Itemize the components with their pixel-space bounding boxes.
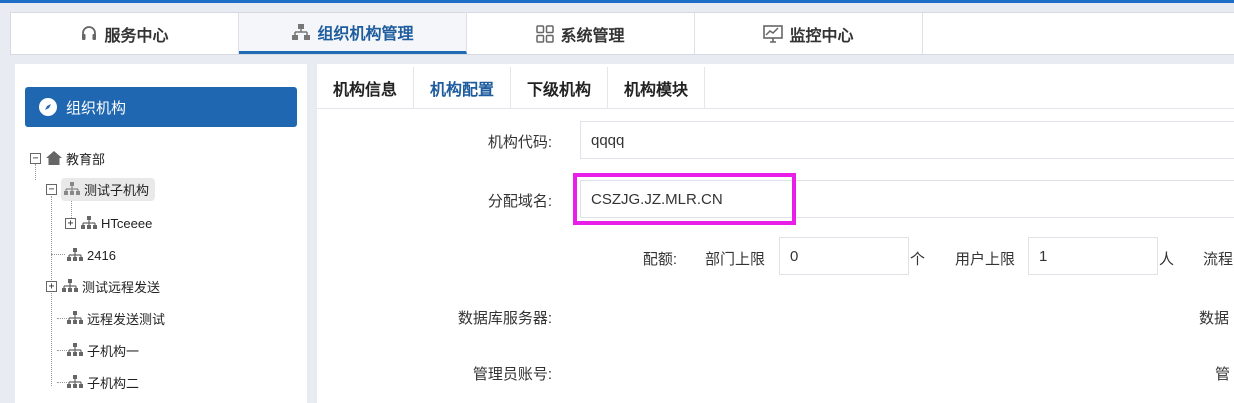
tree-node-label: 子机构二 [87,375,140,391]
domain-label: 分配域名: [487,193,552,210]
expand-toggle[interactable]: + [65,217,76,229]
tree-node-test-sub-org[interactable]: − 测试子机构 [46,177,156,201]
tree-node-label: 测试子机构 [84,182,150,198]
main-panel: 机构信息 机构配置 下级机构 机构模块 机构代码: qqqq 分配域名: CSZ… [317,64,1234,403]
tab-label: 服务中心 [104,27,169,45]
tree-node-label: 远程发送测试 [87,311,166,327]
tree-node-label: 测试远程发送 [82,279,161,295]
user-limit-field[interactable]: 1 [1028,237,1158,275]
subtab-sub-orgs[interactable]: 下级机构 [511,67,609,109]
sub-tabs: 机构信息 机构配置 下级机构 机构模块 [317,67,1234,109]
selected-node: 测试子机构 [61,177,156,201]
domain-highlight-box [573,173,796,225]
tree-node-ministry[interactable]: − 教育部 [30,147,105,169]
grid-icon [536,24,555,43]
tab-system-management[interactable]: 系统管理 [467,13,695,54]
subtab-org-config[interactable]: 机构配置 [414,67,512,109]
tree-node-label: 2416 [87,247,116,263]
org-chart-icon [67,343,83,356]
tree-node-label: 教育部 [66,151,106,167]
org-chart-icon [67,375,83,388]
org-chart-icon [292,24,311,40]
tab-label: 监控中心 [789,27,854,45]
org-chart-icon [64,182,80,195]
tree-node-label: 子机构一 [87,343,140,359]
tab-label: 系统管理 [560,27,625,45]
subtab-org-info[interactable]: 机构信息 [317,67,415,109]
org-chart-icon [67,248,83,261]
expand-toggle[interactable]: + [46,280,57,292]
admin-account-label: 管理员账号: [472,366,552,383]
org-code-label: 机构代码: [487,134,552,151]
collapse-toggle[interactable]: − [46,183,57,195]
dept-limit-label: 部门上限 [705,251,766,268]
tab-service-center[interactable]: 服务中心 [11,13,239,54]
org-chart-icon [67,311,83,324]
tab-monitor-center[interactable]: 监控中心 [695,13,923,54]
headset-icon [82,25,97,40]
db-right-label: 数据 [1199,310,1230,327]
tree-node-sub-org-1[interactable]: 子机构一 [66,339,139,361]
tree-node-remote-test[interactable]: 远程发送测试 [66,307,165,329]
tree-node-2416[interactable]: 2416 [66,244,116,266]
tab-label: 组织机构管理 [317,26,414,43]
user-limit-value: 1 [1039,247,1048,265]
admin-right-label: 管 [1215,366,1231,383]
tree-node-remote-send-test[interactable]: + 测试远程发送 [46,275,160,297]
org-chart-icon [81,216,97,229]
subtab-org-modules[interactable]: 机构模块 [608,67,706,109]
top-nav: 服务中心 组织机构管理 系统管理 监控中心 [10,12,1234,55]
tree-node-sub-org-2[interactable]: 子机构二 [66,371,139,393]
db-server-label: 数据库服务器: [457,310,552,327]
collapse-toggle[interactable]: − [30,152,41,164]
dept-limit-value: 0 [790,247,799,265]
user-unit: 人 [1159,251,1175,268]
flow-label: 流程 [1203,251,1234,268]
dept-unit: 个 [910,251,926,268]
user-limit-label: 用户上限 [955,251,1016,268]
tab-org-management[interactable]: 组织机构管理 [239,13,467,54]
dept-limit-field[interactable]: 0 [779,237,909,275]
org-tree: − 教育部 − 测试子机构 + HTceeee 2416 + 测试远程发送 远程… [15,64,307,403]
org-chart-icon [62,279,78,292]
quota-label: 配额: [642,251,677,268]
top-accent-line [0,0,1234,3]
tree-node-label: HTceeee [101,215,153,231]
monitor-icon [763,24,784,43]
org-code-field[interactable]: qqqq [580,121,1234,159]
org-code-value: qqqq [591,131,625,149]
home-icon [46,151,62,165]
left-panel: 组织机构 − 教育部 − 测试子机构 + HTceeee 2416 + 测试远程… [15,64,307,403]
tree-node-htceeee[interactable]: + HTceeee [65,212,152,234]
